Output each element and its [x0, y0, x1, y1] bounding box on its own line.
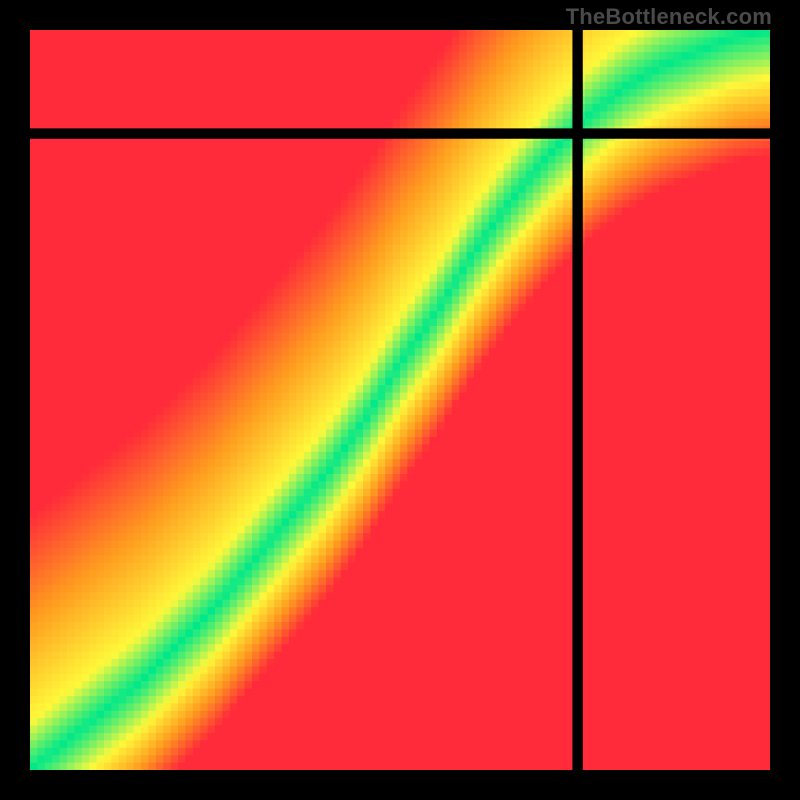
chart-frame: TheBottleneck.com: [0, 0, 800, 800]
heatmap-cells: [30, 30, 770, 770]
heatmap-plot: [30, 30, 770, 770]
watermark-text: TheBottleneck.com: [566, 4, 772, 30]
